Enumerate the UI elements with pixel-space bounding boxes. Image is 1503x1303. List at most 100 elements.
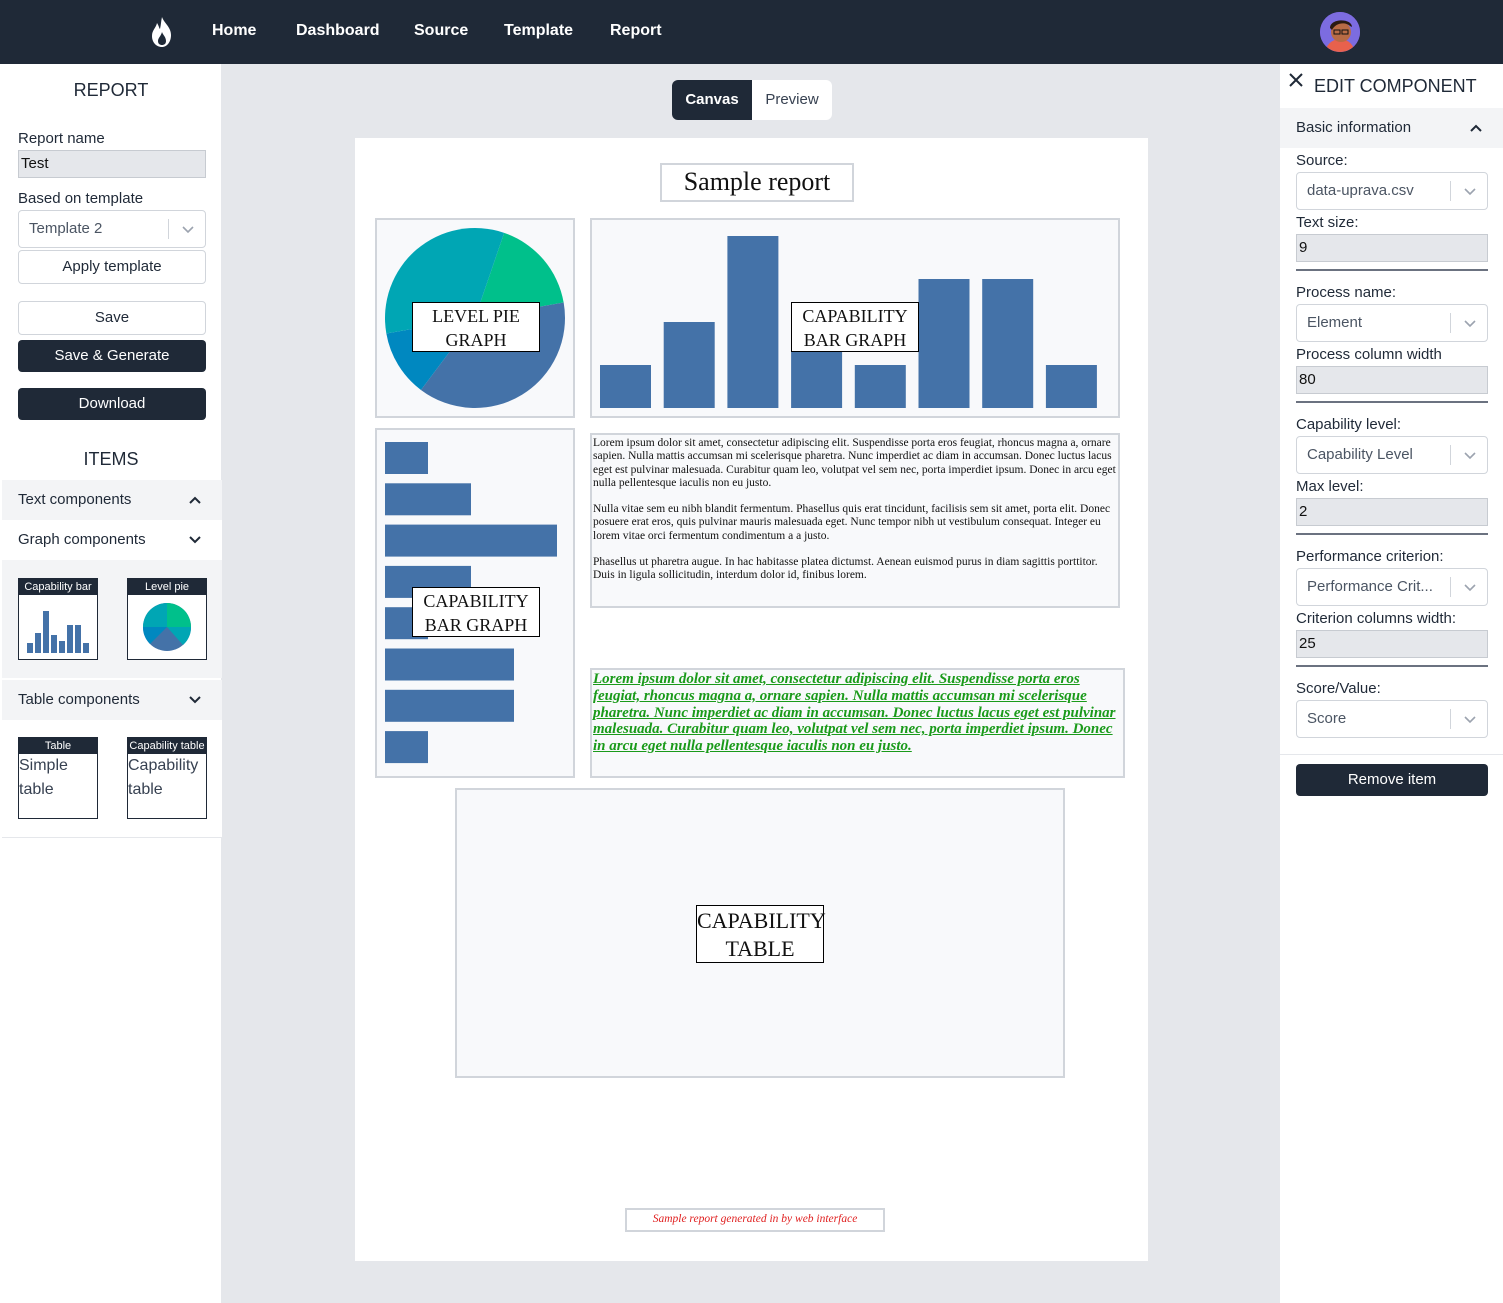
criterion-width-input[interactable]: 25 xyxy=(1296,630,1488,658)
table-label: CAPABILITY TABLE xyxy=(696,905,826,963)
bar xyxy=(791,343,843,408)
select-separator xyxy=(1450,709,1451,729)
score-label: Score/Value: xyxy=(1296,680,1381,697)
bar xyxy=(663,322,715,408)
table-components-section[interactable]: Table components xyxy=(2,680,222,720)
score-select-value: Score xyxy=(1307,710,1347,727)
divider xyxy=(1280,754,1503,755)
report-footer[interactable]: Sample report generated in by web interf… xyxy=(625,1208,885,1232)
card-body-line: Capability xyxy=(128,757,199,774)
select-separator xyxy=(1450,181,1451,201)
nav-source[interactable]: Source xyxy=(414,22,468,40)
paragraph: Phasellus ut pharetra augue. In hac habi… xyxy=(593,556,1098,582)
select-separator xyxy=(1450,445,1451,465)
simple-table-card[interactable]: Table Simple table xyxy=(18,737,98,819)
capability-table-card[interactable]: Capability table Capability table xyxy=(127,737,207,819)
report-title[interactable]: Sample report xyxy=(660,163,854,202)
bar xyxy=(385,689,514,722)
max-level-label: Max level: xyxy=(1296,478,1364,495)
process-width-input[interactable]: 80 xyxy=(1296,366,1488,394)
capability-level-select[interactable]: Capability Level xyxy=(1296,436,1488,474)
select-separator xyxy=(1450,577,1451,597)
performance-criterion-select-value: Performance Crit... xyxy=(1307,578,1433,595)
bar-graph-label: CAPABILITY BAR GRAPH xyxy=(791,302,919,352)
capability-bar-card[interactable]: Capability bar xyxy=(18,578,98,660)
graph-components-list: Capability bar Level pie xyxy=(2,560,222,678)
graph-components-section[interactable]: Graph components xyxy=(2,520,222,560)
capability-bar-graph-box[interactable]: CAPABILITY BAR GRAPH xyxy=(590,218,1120,418)
horizontal-bar-graph-box[interactable]: CAPABILITY BAR GRAPH xyxy=(375,428,575,778)
avatar-icon xyxy=(1320,12,1360,52)
capability-level-select-value: Capability Level xyxy=(1307,446,1413,463)
text-size-input[interactable]: 9 xyxy=(1296,234,1488,262)
download-button[interactable]: Download xyxy=(18,388,206,420)
performance-criterion-select[interactable]: Performance Crit... xyxy=(1296,568,1488,606)
paragraph: Lorem ipsum dolor sit amet, consectetur … xyxy=(593,437,1116,489)
source-select-value: data-uprava.csv xyxy=(1307,182,1414,199)
divider xyxy=(1296,401,1488,403)
process-width-label: Process column width xyxy=(1296,346,1442,363)
apply-template-button[interactable]: Apply template xyxy=(18,250,206,284)
pie-graph-label: LEVEL PIE GRAPH xyxy=(412,302,540,352)
performance-criterion-label: Performance criterion: xyxy=(1296,548,1444,565)
nav-home[interactable]: Home xyxy=(212,22,256,40)
top-nav: Home Dashboard Source Template Report xyxy=(0,0,1503,64)
source-select[interactable]: data-uprava.csv xyxy=(1296,172,1488,210)
bar xyxy=(1045,365,1097,408)
report-heading: REPORT xyxy=(73,80,149,100)
pie-chart-icon xyxy=(142,603,192,651)
items-heading: ITEMS xyxy=(83,449,139,469)
section-label: Text components xyxy=(18,491,132,508)
close-icon[interactable] xyxy=(1288,72,1304,88)
report-page: Sample report LEVEL PIE GRAPH CAPABILITY… xyxy=(355,138,1148,1261)
edit-component-panel: EDIT COMPONENT Basic information Source:… xyxy=(1279,64,1503,1303)
chevron-down-icon xyxy=(182,226,194,234)
level-pie-graph-box[interactable]: LEVEL PIE GRAPH xyxy=(375,218,575,418)
nav-template[interactable]: Template xyxy=(504,22,573,40)
bar xyxy=(600,365,651,408)
card-title: Capability table xyxy=(128,738,206,754)
paragraph: Nulla vitae sem eu nibh blandit fermentu… xyxy=(593,503,1111,542)
tab-canvas[interactable]: Canvas xyxy=(672,80,752,120)
card-body-line: table xyxy=(128,781,163,798)
bar xyxy=(727,236,779,408)
save-button[interactable]: Save xyxy=(18,301,206,335)
template-select[interactable]: Template 2 xyxy=(18,210,206,248)
left-sidebar: REPORT Report name Test Based on templat… xyxy=(0,64,222,1303)
criterion-width-label: Criterion columns width: xyxy=(1296,610,1457,627)
max-level-input[interactable]: 2 xyxy=(1296,498,1488,526)
label-line: BAR GRAPH xyxy=(424,615,528,635)
bar xyxy=(918,279,970,408)
process-name-label: Process name: xyxy=(1296,284,1397,301)
text-components-section[interactable]: Text components xyxy=(2,480,222,520)
chevron-down-icon xyxy=(189,536,201,544)
panel-title: EDIT COMPONENT xyxy=(1314,76,1477,96)
level-pie-card[interactable]: Level pie xyxy=(127,578,207,660)
bar xyxy=(385,442,428,474)
score-select[interactable]: Score xyxy=(1296,700,1488,738)
save-generate-button[interactable]: Save & Generate xyxy=(18,340,206,372)
chevron-up-icon xyxy=(1470,124,1482,132)
nav-report[interactable]: Report xyxy=(610,22,662,40)
remove-item-button[interactable]: Remove item xyxy=(1296,764,1488,796)
tab-preview[interactable]: Preview xyxy=(752,80,832,120)
bar xyxy=(982,279,1034,408)
user-avatar[interactable] xyxy=(1320,12,1360,52)
nav-dashboard[interactable]: Dashboard xyxy=(296,22,380,40)
template-label: Based on template xyxy=(18,190,144,207)
chevron-down-icon xyxy=(1464,320,1476,328)
styled-text-box[interactable]: Lorem ipsum dolor sit amet, consectetur … xyxy=(590,668,1125,778)
report-name-input[interactable]: Test xyxy=(18,150,206,178)
chevron-down-icon xyxy=(1464,584,1476,592)
basic-information-section[interactable]: Basic information xyxy=(1280,108,1503,148)
label-line: BAR GRAPH xyxy=(803,330,907,350)
select-separator xyxy=(1450,313,1451,333)
paragraph-text-box[interactable]: Lorem ipsum dolor sit amet, consectetur … xyxy=(590,433,1120,608)
source-label: Source: xyxy=(1296,152,1348,169)
select-separator xyxy=(168,219,169,239)
label-line: TABLE xyxy=(725,936,795,961)
label-line: GRAPH xyxy=(445,330,507,350)
flame-logo-icon[interactable] xyxy=(148,16,176,48)
process-name-select[interactable]: Element xyxy=(1296,304,1488,342)
capability-table-box[interactable]: CAPABILITY TABLE xyxy=(455,788,1065,1078)
